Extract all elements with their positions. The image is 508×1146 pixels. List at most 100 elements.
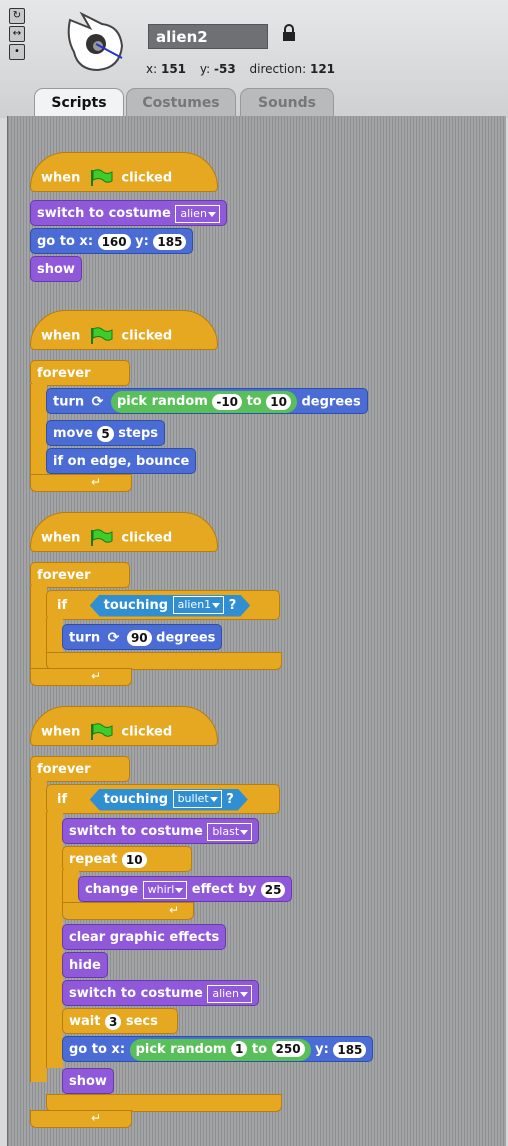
touching-block[interactable]: touching bullet ? — [90, 789, 248, 811]
block-text: wait — [69, 1014, 101, 1029]
lock-icon[interactable] — [282, 24, 296, 42]
direction-label: direction: — [249, 62, 307, 76]
forever-block[interactable]: forever — [30, 562, 130, 588]
block-text: switch to costume — [37, 206, 171, 221]
block-text: degrees — [301, 394, 361, 410]
x-value: 151 — [160, 62, 187, 76]
repeat-end: ↵ — [62, 902, 194, 920]
forever-block[interactable]: forever — [30, 756, 130, 782]
block-text: clicked — [121, 530, 173, 546]
block-text: touching — [103, 597, 169, 613]
costume-dropdown[interactable]: blast — [207, 822, 253, 841]
random-to-input[interactable]: 10 — [266, 393, 291, 410]
forever-end: ↵ — [30, 1110, 132, 1128]
block-text: pick random — [135, 1041, 227, 1057]
when-flag-clicked-hat[interactable]: when clicked — [30, 706, 218, 746]
if-block[interactable]: if touching alien1 ? — [46, 590, 280, 620]
wait-secs-input[interactable]: 3 — [104, 1013, 122, 1030]
x-label: x: — [146, 62, 158, 76]
block-text: when — [41, 530, 81, 546]
block-text: when — [41, 724, 81, 740]
green-flag-icon — [90, 327, 113, 344]
pick-random-block[interactable]: pick random -10 to 10 — [110, 391, 297, 413]
sprite-thumbnail — [67, 11, 124, 72]
repeat-block[interactable]: repeat 10 — [62, 846, 192, 872]
touching-dropdown[interactable]: alien1 — [173, 596, 225, 614]
random-from-input[interactable]: 1 — [230, 1041, 248, 1057]
y-input[interactable]: 185 — [333, 1041, 367, 1058]
block-text: to — [251, 1041, 268, 1057]
rotate-style-full-icon[interactable]: ↻ — [9, 8, 25, 24]
block-text: pick random — [116, 394, 208, 409]
block-text: switch to costume — [69, 824, 203, 839]
block-text: when — [41, 328, 81, 344]
touching-block[interactable]: touching alien1 ? — [90, 595, 251, 617]
block-text: if — [57, 598, 68, 613]
show-block[interactable]: show — [30, 256, 82, 282]
wait-block[interactable]: wait 3 secs — [62, 1008, 178, 1034]
costume-dropdown[interactable]: alien — [207, 984, 252, 1003]
tab-scripts[interactable]: Scripts — [34, 88, 124, 116]
move-block[interactable]: move 5 steps — [46, 420, 166, 446]
sprite-name-field[interactable]: alien2 — [148, 24, 268, 49]
forever-block[interactable]: forever — [30, 360, 130, 386]
repeat-count-input[interactable]: 10 — [121, 851, 147, 868]
block-text: move — [53, 426, 93, 441]
tab-costumes[interactable]: Costumes — [126, 88, 236, 116]
forever-arm — [30, 780, 47, 1082]
rotate-style-none-icon[interactable]: • — [9, 44, 25, 60]
effect-dropdown[interactable]: whirl — [142, 880, 188, 899]
y-input[interactable]: 185 — [153, 233, 187, 250]
effect-amount-input[interactable]: 25 — [260, 881, 286, 898]
block-text: ? — [228, 597, 237, 613]
costume-dropdown[interactable]: alien — [175, 204, 220, 223]
forever-arm — [30, 384, 47, 474]
tab-sounds[interactable]: Sounds — [240, 88, 334, 116]
go-to-xy-block[interactable]: go to x: 160 y: 185 — [30, 228, 194, 254]
block-text: degrees — [156, 630, 216, 646]
loop-arrow-icon: ↵ — [91, 475, 102, 489]
sprite-header: ↻ ↔ • alien2 x: 151 y: -53 direction: 12… — [0, 0, 508, 118]
when-flag-clicked-hat[interactable]: when clicked — [30, 310, 218, 350]
change-effect-block[interactable]: change whirl effect by 25 — [78, 876, 293, 902]
turn-block[interactable]: turn ⟳ 90 degrees — [62, 624, 223, 650]
degrees-input[interactable]: 90 — [126, 630, 152, 646]
block-text: go to x: — [37, 234, 94, 249]
hide-block[interactable]: hide — [62, 952, 108, 978]
random-from-input[interactable]: -10 — [212, 393, 243, 410]
repeat-arm — [62, 870, 79, 904]
green-flag-icon — [90, 169, 113, 186]
block-text: effect by — [191, 882, 257, 897]
forever-end: ↵ — [30, 474, 132, 492]
random-to-input[interactable]: 250 — [271, 1041, 305, 1057]
loop-arrow-icon: ↵ — [91, 1111, 102, 1125]
scripts-area[interactable]: when clicked switch to costume alien go … — [7, 116, 506, 1146]
switch-costume-block[interactable]: switch to costume blast — [62, 818, 260, 844]
when-flag-clicked-hat[interactable]: when clicked — [30, 512, 218, 552]
if-on-edge-bounce-block[interactable]: if on edge, bounce — [46, 448, 197, 474]
turn-cw-icon: ⟳ — [107, 630, 120, 646]
block-text: secs — [125, 1014, 158, 1029]
clear-graphic-effects-block[interactable]: clear graphic effects — [62, 924, 227, 950]
pick-random-block[interactable]: pick random 1 to 250 — [129, 1038, 311, 1061]
block-text: steps — [118, 426, 159, 441]
loop-arrow-icon: ↵ — [169, 903, 180, 917]
direction-value: 121 — [309, 62, 336, 76]
block-text: turn — [53, 394, 85, 410]
steps-input[interactable]: 5 — [97, 425, 114, 442]
turn-block[interactable]: turn ⟳ pick random -10 to 10 degrees — [46, 388, 368, 414]
block-text: when — [41, 170, 81, 186]
block-text: repeat — [69, 852, 118, 867]
go-to-xy-block[interactable]: go to x: pick random 1 to 250 y: 185 — [62, 1036, 374, 1062]
switch-costume-block[interactable]: switch to costume alien — [30, 200, 227, 226]
when-flag-clicked-hat[interactable]: when clicked — [30, 152, 218, 192]
block-text: clicked — [121, 724, 173, 740]
switch-costume-block[interactable]: switch to costume alien — [62, 980, 259, 1006]
rotate-style-flip-icon[interactable]: ↔ — [9, 26, 25, 42]
touching-dropdown[interactable]: bullet — [173, 790, 222, 808]
block-text: change — [85, 882, 139, 897]
x-input[interactable]: 160 — [97, 233, 131, 250]
if-block[interactable]: if touching bullet ? — [46, 784, 280, 814]
if-arm — [46, 618, 63, 654]
show-block[interactable]: show — [62, 1068, 114, 1094]
